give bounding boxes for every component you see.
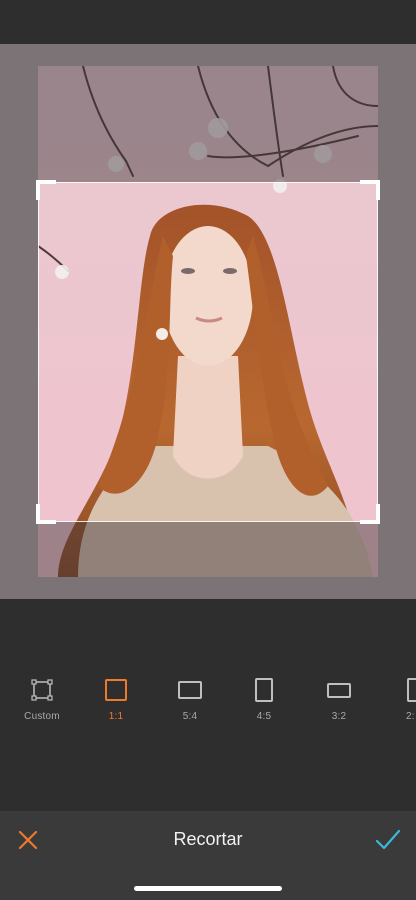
crop-handle-top-left[interactable] (36, 180, 56, 200)
landscape-3-2-icon (327, 682, 351, 698)
ratio-3-2[interactable]: 3:2 (309, 676, 369, 732)
editor-toolbar: Recortar (0, 811, 416, 900)
status-area (0, 0, 416, 44)
crop-handle-bottom-left[interactable] (36, 504, 56, 524)
crop-canvas[interactable] (0, 44, 416, 599)
ratio-5-4[interactable]: 5:4 (160, 676, 220, 732)
ratio-label: 2: (406, 711, 415, 722)
ratio-custom[interactable]: Custom (12, 676, 72, 732)
portrait-4-5-icon (255, 678, 273, 702)
home-indicator[interactable] (134, 886, 282, 891)
square-ratio-icon (105, 679, 127, 701)
landscape-5-4-icon (178, 681, 202, 699)
page-title: Recortar (173, 829, 243, 849)
crop-frame[interactable] (36, 180, 380, 524)
crop-handle-bottom-right[interactable] (360, 504, 380, 524)
ratio-label: 3:2 (331, 711, 347, 722)
ratio-1-1[interactable]: 1:1 (86, 676, 146, 732)
crop-mask-bottom (38, 522, 378, 577)
ratio-label: 5:4 (182, 711, 198, 722)
ratio-label: Custom (24, 711, 60, 722)
confirm-button[interactable] (374, 826, 402, 854)
ratio-label: 1:1 (108, 711, 124, 722)
ratio-partial[interactable]: 2: (390, 676, 416, 732)
crop-handle-top-right[interactable] (360, 180, 380, 200)
custom-crop-icon (31, 679, 53, 701)
aspect-ratio-bar: Custom 1:1 5:4 4:5 3:2 2: (0, 676, 416, 736)
ratio-4-5[interactable]: 4:5 (234, 676, 294, 732)
checkmark-icon (375, 829, 401, 850)
ratio-partial-icon (407, 678, 416, 702)
ratio-label: 4:5 (256, 711, 272, 722)
crop-mask-top (38, 66, 378, 182)
